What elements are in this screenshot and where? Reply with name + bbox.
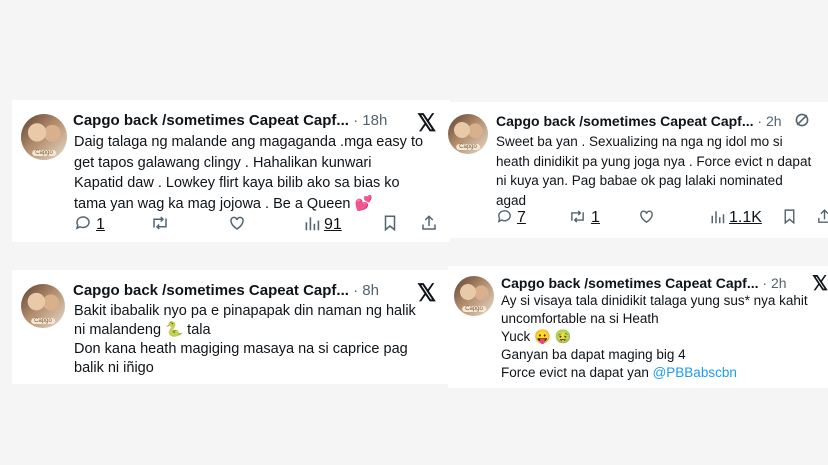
tweet-card-2[interactable]: Capgo Capgo back /sometimes Capeat Capf.… — [444, 102, 828, 238]
grok-icon[interactable] — [794, 112, 810, 133]
retweet-icon — [568, 208, 587, 228]
avatar-tag: Capgo — [456, 144, 480, 150]
reply-button[interactable]: 1 — [74, 214, 105, 235]
views-count: 91 — [324, 215, 342, 233]
retweet-button[interactable] — [150, 214, 170, 235]
avatar-tag: Capgo — [31, 318, 55, 324]
author-name[interactable]: Capgo back /sometimes Capeat Capf... — [496, 113, 754, 129]
reply-count: 7 — [517, 209, 526, 226]
tweet-card-1[interactable]: Capgo Capgo back /sometimes Capeat Capf.… — [12, 100, 450, 242]
tweet-line: Ganyan ba dapat maging big 4 — [501, 347, 686, 362]
tweet-line-text: Force evict na dapat yan — [501, 365, 653, 380]
tweet-header: Capgo back /sometimes Capeat Capf... · 2… — [496, 113, 782, 129]
tweet-time[interactable]: 2h — [771, 275, 787, 291]
heart-icon — [638, 208, 655, 228]
tweet-line: uncomfortable na si Heath — [501, 311, 659, 326]
avatar-tag: Capgo — [32, 150, 56, 156]
bookmark-icon — [382, 214, 398, 235]
tweet-header: Capgo back /sometimes Capeat Capf... · 1… — [73, 112, 387, 129]
separator-dot: · — [353, 112, 359, 129]
tweet-header: Capgo back /sometimes Capeat Capf... · 8… — [73, 282, 379, 299]
retweet-count: 1 — [591, 209, 600, 226]
views-icon — [304, 214, 320, 235]
separator-dot: · — [757, 113, 763, 129]
views-button[interactable]: 1.1K — [710, 208, 762, 228]
share-button[interactable] — [816, 208, 828, 228]
tweet-card-4[interactable]: Capgo Capgo back /sometimes Capeat Capf.… — [448, 266, 828, 388]
avatar[interactable]: Capgo — [454, 276, 494, 316]
separator-dot: · — [353, 282, 359, 299]
reply-count: 1 — [96, 215, 105, 233]
reply-icon — [74, 214, 92, 235]
author-name[interactable]: Capgo back /sometimes Capeat Capf... — [73, 282, 349, 299]
author-name[interactable]: Capgo back /sometimes Capeat Capf... — [73, 112, 349, 129]
retweet-button[interactable]: 1 — [568, 208, 600, 228]
tweet-line: Ay si visaya tala dinidikit talaga yung … — [501, 293, 808, 308]
tweet-header: Capgo back /sometimes Capeat Capf... · 2… — [501, 275, 787, 291]
reply-icon — [496, 208, 513, 228]
heart-icon — [228, 214, 246, 235]
avatar[interactable]: Capgo — [21, 284, 65, 328]
tweet-time[interactable]: 2h — [766, 113, 782, 129]
bookmark-button[interactable] — [382, 214, 398, 235]
share-button[interactable] — [420, 214, 438, 235]
tweet-line: Yuck 😛 🤢 — [501, 329, 572, 344]
bookmark-icon — [782, 208, 797, 228]
mention-link[interactable]: @PBBabscbn — [653, 365, 737, 380]
separator-dot: · — [762, 275, 768, 291]
share-icon — [420, 214, 438, 235]
avatar-tag: Capgo — [462, 306, 486, 312]
views-count: 1.1K — [729, 209, 762, 226]
reply-button[interactable]: 7 — [496, 208, 526, 228]
views-button[interactable]: 91 — [304, 214, 342, 235]
tweet-time[interactable]: 18h — [362, 112, 387, 129]
views-icon — [710, 208, 725, 228]
avatar[interactable]: Capgo — [21, 114, 67, 160]
like-button[interactable] — [638, 208, 655, 228]
avatar[interactable]: Capgo — [448, 114, 488, 154]
tweet-text: Bakit ibabalik nyo pa e pinapapak din na… — [74, 303, 416, 376]
author-name[interactable]: Capgo back /sometimes Capeat Capf... — [501, 275, 759, 291]
tweet-text: Ay si visaya tala dinidikit talaga yung … — [501, 292, 826, 382]
like-button[interactable] — [228, 214, 246, 235]
tweet-text: Sweet ba yan . Sexualizing na nga ng ido… — [496, 134, 812, 208]
tweet-line-last: Force evict na dapat yan @PBBabscbn — [501, 364, 826, 382]
share-icon — [816, 208, 828, 228]
bookmark-button[interactable] — [782, 208, 797, 228]
tweet-time[interactable]: 8h — [362, 282, 379, 299]
tweet-text: Daig talaga ng malande ang magaganda .mg… — [74, 134, 424, 212]
retweet-icon — [150, 214, 170, 235]
tweet-card-3[interactable]: Capgo Capgo back /sometimes Capeat Capf.… — [12, 270, 450, 384]
